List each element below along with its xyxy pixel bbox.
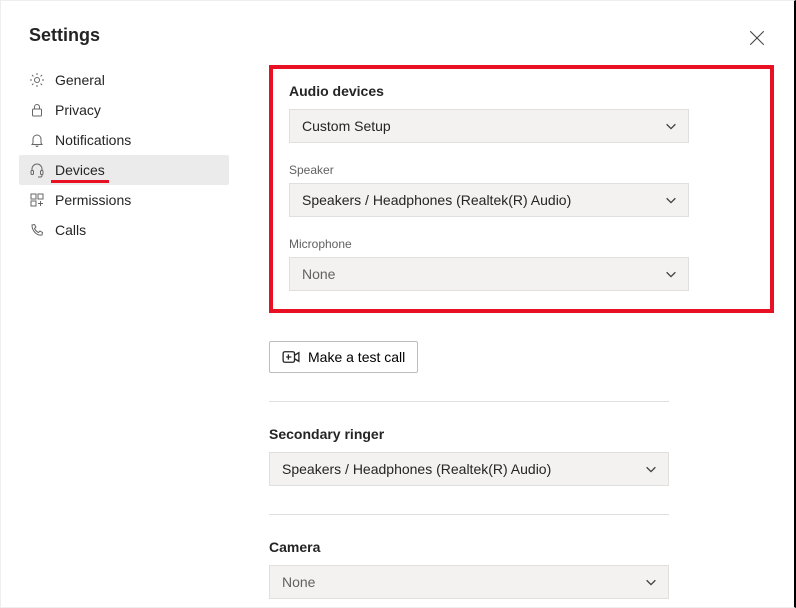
microphone-dropdown[interactable]: None (289, 257, 689, 291)
chevron-down-icon (644, 575, 658, 589)
camera-selected: None (282, 574, 315, 590)
sidebar-item-calls[interactable]: Calls (19, 215, 229, 245)
audio-device-selected: Custom Setup (302, 118, 391, 134)
close-button[interactable] (748, 29, 766, 47)
sidebar-item-label: Privacy (55, 102, 101, 118)
sidebar-item-devices[interactable]: Devices (19, 155, 229, 185)
sidebar-item-general[interactable]: General (19, 65, 229, 95)
sidebar: General Privacy Notifications (19, 65, 229, 599)
divider (269, 514, 669, 515)
test-call-icon (282, 350, 300, 364)
settings-main: Audio devices Custom Setup Speaker Speak… (229, 65, 794, 599)
settings-header: Settings (1, 1, 794, 65)
apps-icon (29, 192, 45, 208)
audio-devices-title: Audio devices (289, 83, 754, 99)
divider (269, 401, 669, 402)
sidebar-item-permissions[interactable]: Permissions (19, 185, 229, 215)
sidebar-item-notifications[interactable]: Notifications (19, 125, 229, 155)
secondary-ringer-dropdown[interactable]: Speakers / Headphones (Realtek(R) Audio) (269, 452, 669, 486)
sidebar-item-privacy[interactable]: Privacy (19, 95, 229, 125)
settings-body: General Privacy Notifications (1, 65, 794, 599)
chevron-down-icon (664, 119, 678, 133)
test-call-label: Make a test call (308, 349, 405, 365)
bell-icon (29, 132, 45, 148)
lock-icon (29, 102, 45, 118)
camera-section: Camera None (269, 539, 774, 599)
phone-icon (29, 222, 45, 238)
highlight-underline (51, 180, 109, 183)
secondary-ringer-selected: Speakers / Headphones (Realtek(R) Audio) (282, 461, 551, 477)
microphone-label: Microphone (289, 237, 754, 251)
gear-icon (29, 72, 45, 88)
sidebar-item-label: Devices (55, 162, 105, 178)
camera-dropdown[interactable]: None (269, 565, 669, 599)
page-title: Settings (29, 25, 100, 46)
camera-title: Camera (269, 539, 774, 555)
secondary-ringer-section: Secondary ringer Speakers / Headphones (… (269, 426, 774, 486)
chevron-down-icon (664, 193, 678, 207)
headset-icon (29, 162, 45, 178)
sidebar-item-label: Notifications (55, 132, 131, 148)
speaker-label: Speaker (289, 163, 754, 177)
highlight-box: Audio devices Custom Setup Speaker Speak… (269, 65, 774, 313)
secondary-ringer-title: Secondary ringer (269, 426, 774, 442)
sidebar-item-label: Permissions (55, 192, 131, 208)
speaker-selected: Speakers / Headphones (Realtek(R) Audio) (302, 192, 571, 208)
chevron-down-icon (644, 462, 658, 476)
audio-device-dropdown[interactable]: Custom Setup (289, 109, 689, 143)
sidebar-item-label: General (55, 72, 105, 88)
speaker-dropdown[interactable]: Speakers / Headphones (Realtek(R) Audio) (289, 183, 689, 217)
close-icon (748, 29, 766, 47)
microphone-selected: None (302, 266, 335, 282)
make-test-call-button[interactable]: Make a test call (269, 341, 418, 373)
sidebar-item-label: Calls (55, 222, 86, 238)
chevron-down-icon (664, 267, 678, 281)
